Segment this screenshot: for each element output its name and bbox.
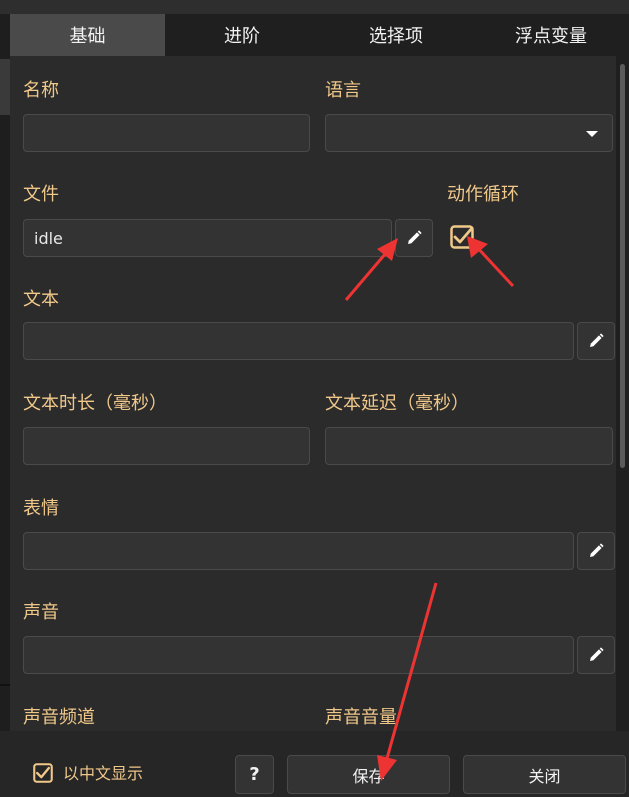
form-panel: 名称 语言 文件 idle 动作循环 文本 文本时长（毫秒） 文本延迟（毫秒） …: [10, 56, 616, 731]
window-top-strip: [0, 0, 629, 14]
text-duration-label: 文本时长（毫秒）: [23, 393, 167, 414]
language-select[interactable]: [325, 114, 613, 152]
save-button[interactable]: 保存: [287, 755, 450, 794]
bottom-bar: 以中文显示 ? 保存 关闭: [0, 731, 629, 797]
tab-float-variables[interactable]: 浮点变量: [473, 14, 629, 56]
tab-basic[interactable]: 基础: [10, 14, 165, 56]
tab-options[interactable]: 选择项: [319, 14, 473, 56]
expression-edit-button[interactable]: [577, 532, 615, 570]
pencil-icon: [590, 333, 604, 347]
left-panel-edge: [0, 14, 10, 797]
left-scroll-thumb[interactable]: [0, 59, 10, 115]
sound-volume-label: 声音音量: [325, 707, 397, 728]
language-label: 语言: [325, 80, 361, 101]
sound-input[interactable]: [23, 636, 574, 674]
name-input[interactable]: [23, 114, 310, 152]
text-delay-label: 文本延迟（毫秒）: [325, 393, 469, 414]
chinese-display-label: 以中文显示: [63, 764, 144, 783]
sound-edit-button[interactable]: [577, 636, 615, 674]
left-panel-divider: [0, 684, 10, 686]
text-label: 文本: [23, 289, 59, 310]
chinese-display-checkbox[interactable]: [33, 763, 53, 783]
vertical-scrollbar[interactable]: [616, 56, 629, 731]
expression-label: 表情: [23, 498, 59, 519]
text-delay-input[interactable]: [325, 427, 613, 465]
dropdown-caret-icon: [586, 131, 598, 137]
loop-label: 动作循环: [447, 184, 519, 205]
sound-channel-label: 声音频道: [23, 707, 95, 728]
expression-input[interactable]: [23, 532, 574, 570]
scrollbar-thumb[interactable]: [620, 64, 625, 468]
help-button[interactable]: ?: [235, 755, 274, 794]
tab-advanced[interactable]: 进阶: [165, 14, 319, 56]
file-input[interactable]: idle: [23, 219, 392, 257]
pencil-icon: [590, 543, 604, 557]
pencil-icon: [590, 647, 604, 661]
file-label: 文件: [23, 184, 59, 205]
text-edit-button[interactable]: [577, 322, 615, 360]
loop-checkbox[interactable]: [450, 225, 474, 249]
name-label: 名称: [23, 80, 59, 101]
tab-bar: 基础 进阶 选择项 浮点变量: [10, 14, 629, 56]
file-edit-button[interactable]: [395, 219, 433, 257]
text-duration-input[interactable]: [23, 427, 310, 465]
text-input[interactable]: [23, 322, 574, 360]
pencil-icon: [408, 230, 422, 244]
close-button[interactable]: 关闭: [463, 755, 626, 794]
sound-label: 声音: [23, 602, 59, 623]
